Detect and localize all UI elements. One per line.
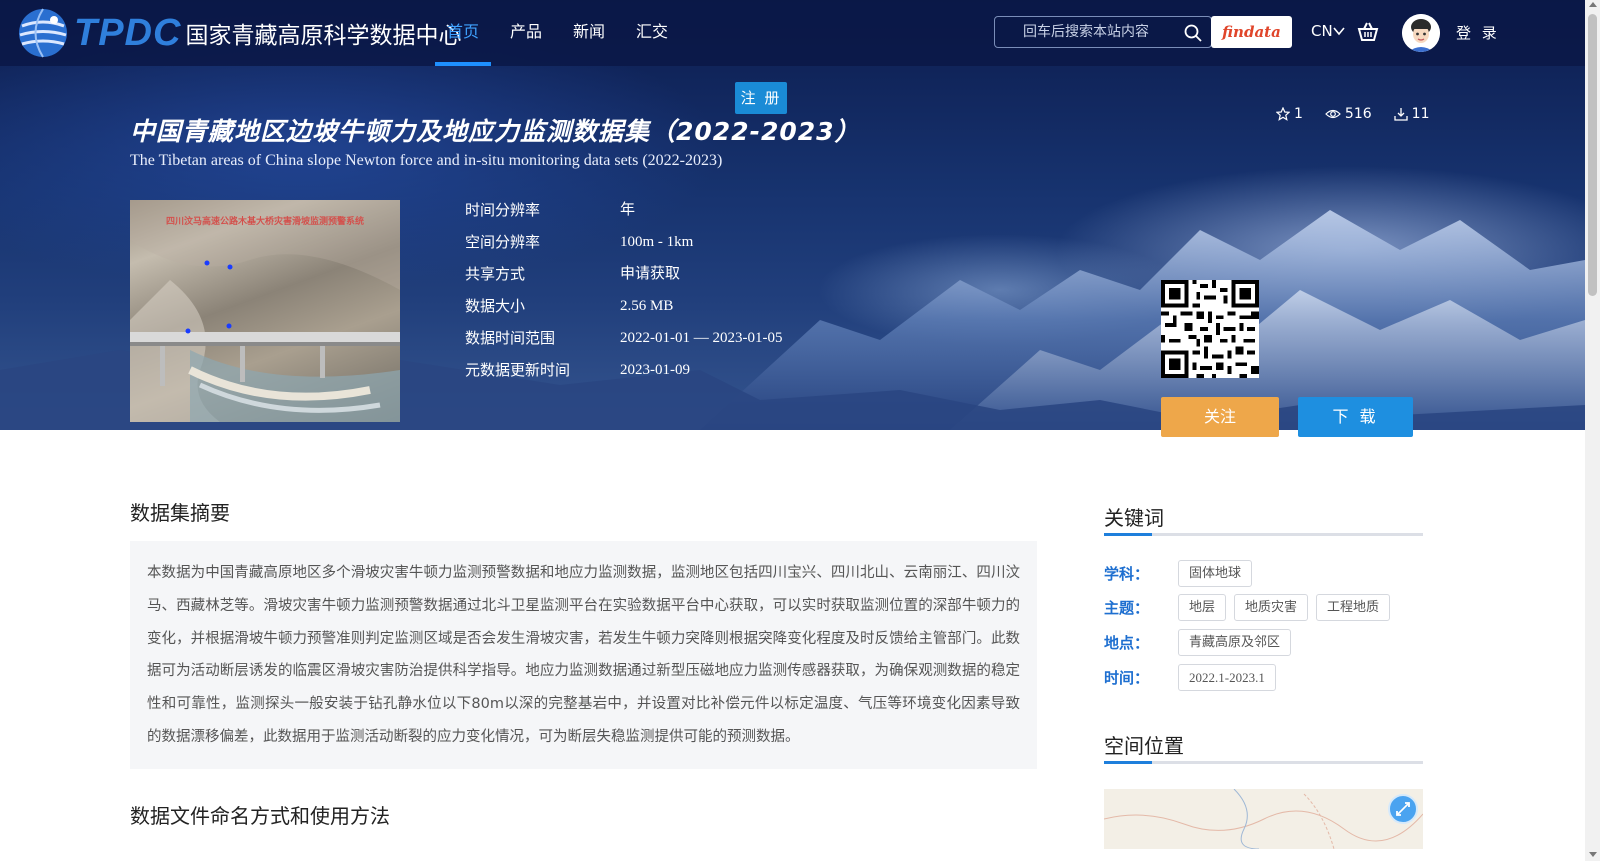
naming-title: 数据文件命名方式和使用方法 xyxy=(130,804,390,828)
bridge-photo-illustration xyxy=(130,200,400,422)
findata-label: findata xyxy=(1222,23,1281,41)
logo-text: TPDC xyxy=(74,11,182,54)
avatar[interactable] xyxy=(1402,14,1440,52)
main-nav: 首页 产品 新闻 汇交 xyxy=(435,0,687,66)
meta-row: 共享方式 申请获取 xyxy=(465,264,782,296)
downloads-stat: 11 xyxy=(1394,106,1430,122)
keyword-row-theme: 主题： 地层 地质灾害 工程地质 xyxy=(1104,594,1398,621)
keyword-tag[interactable]: 地层 xyxy=(1178,594,1227,621)
qr-code-icon xyxy=(1161,280,1259,378)
meta-value: 100m - 1km xyxy=(620,234,694,250)
meta-value: 2022-01-01 — 2023-01-05 xyxy=(620,330,783,346)
register-button[interactable]: 注 册 xyxy=(735,82,787,114)
favorites-stat[interactable]: 1 xyxy=(1276,106,1303,122)
scroll-up-icon[interactable] xyxy=(1589,2,1597,7)
nav-products[interactable]: 产品 xyxy=(498,0,554,66)
search-icon[interactable] xyxy=(1183,23,1203,43)
keyword-tag[interactable]: 固体地球 xyxy=(1178,560,1253,587)
login-link[interactable]: 登 录 xyxy=(1456,22,1500,43)
download-icon xyxy=(1394,108,1408,121)
meta-row: 数据大小 2.56 MB xyxy=(465,296,782,328)
meta-value: 年 xyxy=(620,202,636,218)
search-input[interactable] xyxy=(995,17,1165,47)
nav-news[interactable]: 新闻 xyxy=(561,0,617,66)
location-divider xyxy=(1104,761,1423,764)
map-expand-button[interactable] xyxy=(1388,794,1418,824)
keyword-row-time: 时间： 2022.1-2023.1 xyxy=(1104,664,1284,691)
user-avatar-icon xyxy=(1402,14,1440,52)
meta-label: 共享方式 xyxy=(465,265,526,283)
keyword-label: 时间： xyxy=(1104,669,1150,687)
keyword-label: 地点： xyxy=(1104,634,1150,652)
keyword-tag[interactable]: 2022.1-2023.1 xyxy=(1178,664,1276,691)
dataset-thumbnail[interactable]: 四川汶马高速公路木基大桥灾害滑坡监测预警系统 xyxy=(130,200,400,422)
views-stat: 516 xyxy=(1325,106,1372,122)
meta-value: 申请获取 xyxy=(620,266,681,282)
map-illustration xyxy=(1104,789,1423,849)
site-search xyxy=(994,16,1212,48)
favorites-count: 1 xyxy=(1294,106,1303,122)
scrollbar-thumb[interactable] xyxy=(1588,14,1597,296)
meta-label: 时间分辨率 xyxy=(465,201,541,219)
site-name: 国家青藏高原科学数据中心 xyxy=(185,23,462,49)
dataset-title-cn: 中国青藏地区边坡牛顿力及地应力监测数据集（2022-2023） xyxy=(130,117,861,146)
keyword-label: 主题： xyxy=(1104,599,1150,617)
meta-label: 数据时间范围 xyxy=(465,329,556,347)
meta-label: 空间分辨率 xyxy=(465,233,541,251)
meta-value: 2.56 MB xyxy=(620,298,674,314)
meta-row: 元数据更新时间 2023-01-09 xyxy=(465,360,782,392)
dataset-title-en: The Tibetan areas of China slope Newton … xyxy=(130,152,723,169)
location-title: 空间位置 xyxy=(1104,734,1184,758)
abstract-box: 本数据为中国青藏高原地区多个滑坡灾害牛顿力监测预警数据和地应力监测数据，监测地区… xyxy=(130,541,1037,769)
follow-button[interactable]: 关注 xyxy=(1161,397,1279,437)
star-icon xyxy=(1276,107,1290,121)
cart-icon[interactable] xyxy=(1357,21,1379,43)
meta-label: 数据大小 xyxy=(465,297,526,315)
keyword-tag[interactable]: 青藏高原及邻区 xyxy=(1178,629,1292,656)
meta-value: 2023-01-09 xyxy=(620,362,690,378)
findata-button[interactable]: findata xyxy=(1211,16,1292,48)
abstract-title: 数据集摘要 xyxy=(130,501,230,525)
dataset-metadata: 时间分辨率 年 空间分辨率 100m - 1km 共享方式 申请获取 数据大小 … xyxy=(465,200,782,392)
downloads-count: 11 xyxy=(1411,106,1430,122)
download-button[interactable]: 下 载 xyxy=(1298,397,1413,437)
keyword-tag[interactable]: 地质灾害 xyxy=(1234,594,1309,621)
location-map[interactable] xyxy=(1104,789,1423,849)
language-selector[interactable]: CN xyxy=(1311,22,1345,40)
scroll-down-icon[interactable] xyxy=(1589,852,1597,857)
top-navbar: TPDC 国家青藏高原科学数据中心 首页 产品 新闻 汇交 findata CN xyxy=(0,0,1585,66)
keyword-row-place: 地点： 青藏高原及邻区 xyxy=(1104,629,1299,656)
language-label: CN xyxy=(1311,22,1333,40)
keywords-divider xyxy=(1104,533,1423,536)
nav-submit[interactable]: 汇交 xyxy=(624,0,680,66)
keyword-label: 学科： xyxy=(1104,565,1150,583)
keyword-row-discipline: 学科： 固体地球 xyxy=(1104,560,1260,587)
globe-logo-icon xyxy=(19,8,67,58)
keyword-tag[interactable]: 工程地质 xyxy=(1316,594,1391,621)
nav-home[interactable]: 首页 xyxy=(435,0,492,66)
meta-row: 空间分辨率 100m - 1km xyxy=(465,232,782,264)
views-count: 516 xyxy=(1344,106,1372,122)
meta-row: 数据时间范围 2022-01-01 — 2023-01-05 xyxy=(465,328,782,360)
meta-row: 时间分辨率 年 xyxy=(465,200,782,232)
chevron-down-icon xyxy=(1333,27,1345,36)
abstract-text: 本数据为中国青藏高原地区多个滑坡灾害牛顿力监测预警数据和地应力监测数据，监测地区… xyxy=(147,565,1020,745)
dataset-stats: 1 516 11 xyxy=(1276,106,1429,122)
site-logo[interactable]: TPDC 国家青藏高原科学数据中心 xyxy=(14,4,461,62)
keywords-title: 关键词 xyxy=(1104,506,1164,530)
meta-label: 元数据更新时间 xyxy=(465,361,571,379)
eye-icon xyxy=(1325,109,1341,119)
expand-icon xyxy=(1396,802,1410,816)
